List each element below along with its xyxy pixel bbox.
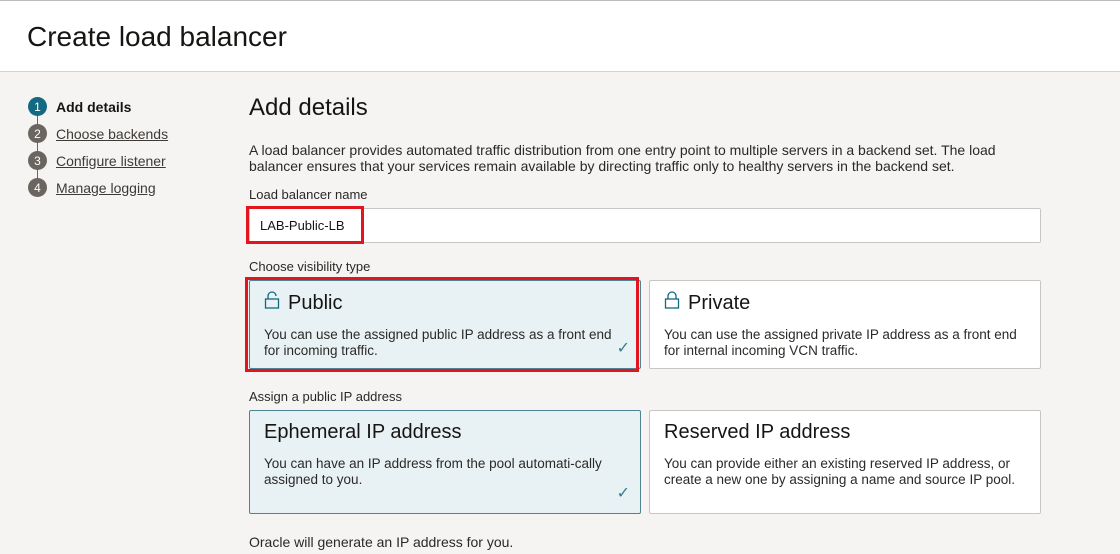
step-link[interactable]: Configure listener — [56, 153, 166, 169]
step-number: 4 — [28, 178, 47, 197]
ip-label: Assign a public IP address — [249, 389, 402, 404]
visibility-private-card[interactable]: Private You can use the assigned private… — [649, 280, 1041, 369]
load-balancer-name-input[interactable]: LAB-Public-LB — [246, 206, 1041, 244]
step-link[interactable]: Manage logging — [56, 180, 156, 196]
reserved-ip-card[interactable]: Reserved IP address You can provide eith… — [649, 410, 1041, 514]
name-label: Load balancer name — [249, 187, 368, 202]
main-form: Add details A load balancer provides aut… — [245, 94, 1041, 550]
step-number: 2 — [28, 124, 47, 143]
step-number: 1 — [28, 97, 47, 116]
step-link[interactable]: Choose backends — [56, 126, 168, 142]
ip-options: Ephemeral IP address You can have an IP … — [249, 410, 1041, 514]
step-choose-backends[interactable]: 2 Choose backends — [28, 120, 168, 147]
check-icon: ✓ — [616, 485, 630, 502]
step-configure-listener[interactable]: 3 Configure listener — [28, 147, 168, 174]
section-title: Add details — [249, 94, 368, 121]
page-title: Create load balancer — [27, 21, 287, 52]
visibility-label: Choose visibility type — [249, 259, 371, 274]
step-manage-logging[interactable]: 4 Manage logging — [28, 174, 168, 201]
lock-icon — [664, 291, 680, 315]
card-title: Private — [688, 291, 751, 314]
card-description: You can have an IP address from the pool… — [264, 456, 602, 487]
card-description: You can provide either an existing reser… — [664, 456, 1015, 487]
page-header: Create load balancer — [0, 0, 1120, 72]
card-title: Ephemeral IP address — [264, 421, 462, 443]
step-number: 3 — [28, 151, 47, 170]
step-label: Add details — [56, 98, 132, 115]
wizard-steps: 1 Add details 2 Choose backends 3 Configure… — [28, 93, 168, 201]
ip-footer-text: Oracle will generate an IP address for y… — [249, 534, 514, 550]
section-description: A load balancer provides automated traff… — [249, 142, 996, 174]
highlight-box — [246, 206, 364, 244]
card-title: Reserved IP address — [664, 421, 851, 443]
highlight-box — [245, 277, 639, 372]
visibility-options: Public You can use the assigned public I… — [245, 277, 1041, 372]
ephemeral-ip-card[interactable]: Ephemeral IP address You can have an IP … — [249, 410, 641, 514]
step-add-details: 1 Add details — [28, 93, 168, 120]
card-description: You can use the assigned private IP addr… — [664, 327, 1017, 358]
